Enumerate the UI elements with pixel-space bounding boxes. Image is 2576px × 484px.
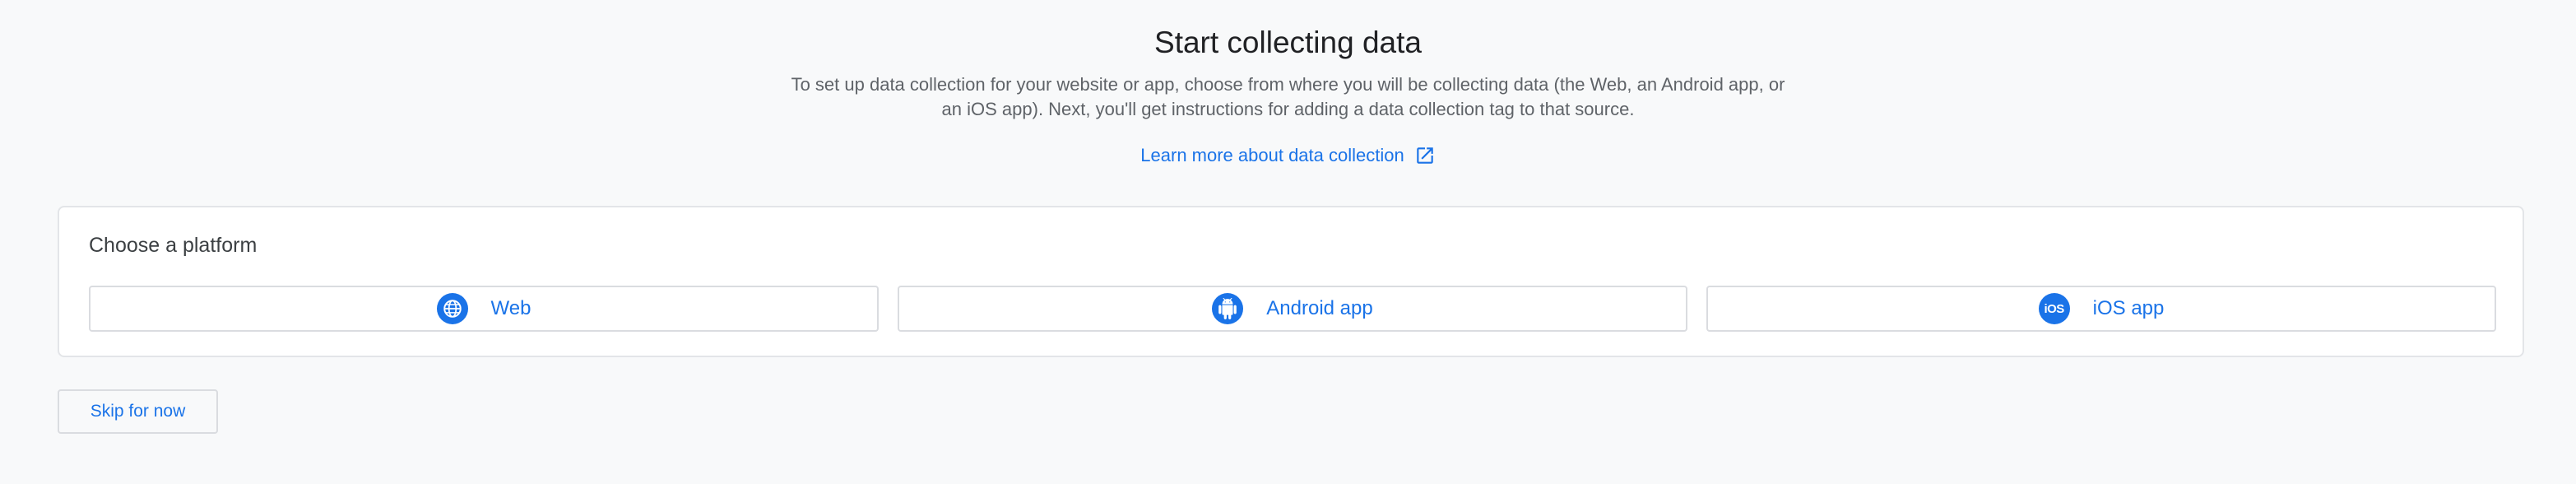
page-title: Start collecting data bbox=[1154, 26, 1422, 59]
page-description: To set up data collection for your websi… bbox=[791, 74, 1785, 119]
learn-more-link[interactable]: Learn more about data collection bbox=[1140, 143, 1435, 168]
learn-more-label: Learn more about data collection bbox=[1140, 145, 1404, 165]
ios-icon-text: iOS bbox=[2044, 301, 2064, 316]
ios-platform-label: iOS app bbox=[2092, 297, 2165, 319]
skip-for-now-button[interactable]: Skip for now bbox=[58, 389, 218, 434]
choose-platform-heading: Choose a platform bbox=[89, 234, 258, 257]
ios-platform-button[interactable]: iOS iOS app bbox=[1706, 286, 2496, 332]
web-platform-label: Web bbox=[490, 297, 531, 319]
platform-card: Choose a platform Web Android app iOS iO… bbox=[58, 206, 2524, 357]
android-platform-button[interactable]: Android app bbox=[898, 286, 1687, 332]
globe-icon bbox=[436, 293, 468, 324]
ios-icon: iOS bbox=[2038, 293, 2070, 324]
android-platform-label: Android app bbox=[1266, 297, 1373, 319]
open-in-new-icon bbox=[1416, 147, 1433, 164]
web-platform-button[interactable]: Web bbox=[89, 286, 879, 332]
learn-more-row: Learn more about data collection bbox=[0, 143, 2576, 168]
android-icon bbox=[1212, 293, 1244, 324]
